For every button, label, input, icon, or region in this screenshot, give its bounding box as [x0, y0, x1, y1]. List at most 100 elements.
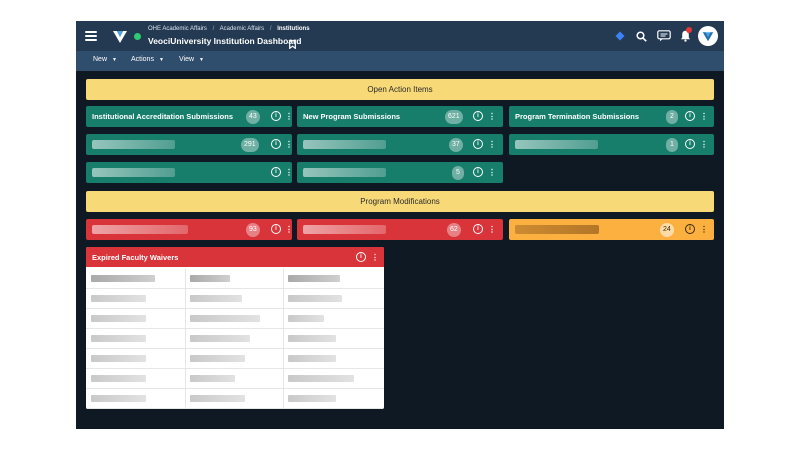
tile-redacted[interactable]: 62 i ⋮ — [297, 219, 503, 240]
table-cell — [86, 389, 186, 409]
redacted-cell-value — [91, 335, 146, 342]
breadcrumb-item-academic-affairs[interactable]: Academic Affairs — [220, 26, 265, 32]
table-cell — [186, 389, 284, 409]
table-row[interactable] — [86, 389, 384, 409]
tile-redacted[interactable]: 5 i ⋮ — [297, 162, 503, 183]
view-menu-label: View — [179, 56, 195, 63]
tile-new-program-submissions[interactable]: New Program Submissions 621 i ⋮ — [297, 106, 503, 127]
table-cell — [186, 349, 284, 369]
redacted-label — [303, 168, 386, 177]
table-row[interactable] — [86, 349, 384, 369]
redacted-cell-value — [91, 355, 146, 362]
redacted-cell-value — [190, 275, 230, 282]
avatar-icon[interactable] — [698, 26, 718, 46]
redacted-cell-value — [190, 315, 260, 322]
table-row[interactable] — [86, 369, 384, 389]
redacted-cell-value — [288, 295, 342, 302]
kebab-menu-icon[interactable]: ⋮ — [488, 139, 496, 150]
info-icon[interactable]: i — [271, 224, 281, 234]
kebab-menu-icon[interactable]: ⋮ — [285, 167, 293, 178]
breadcrumb-item-institutions[interactable]: Institutions — [277, 26, 309, 32]
count-badge: 1 — [666, 137, 678, 152]
info-icon[interactable]: i — [356, 252, 366, 262]
tile-redacted[interactable]: 1 i ⋮ — [509, 134, 714, 155]
breadcrumb: OHE Academic Affairs / Academic Affairs … — [148, 26, 314, 32]
new-menu-button[interactable]: New ▼ — [93, 56, 117, 63]
chat-icon[interactable] — [656, 28, 672, 44]
tile-redacted[interactable]: 24 i ⋮ — [509, 219, 714, 240]
redacted-cell-value — [288, 315, 324, 322]
card-title: Expired Faculty Waivers — [92, 253, 179, 262]
actions-menu-label: Actions — [131, 56, 154, 63]
kebab-menu-icon[interactable]: ⋮ — [285, 139, 293, 150]
kebab-menu-icon[interactable]: ⋮ — [488, 224, 496, 235]
kebab-menu-icon[interactable]: ⋮ — [488, 111, 496, 122]
notification-badge — [686, 27, 692, 33]
info-icon[interactable]: i — [685, 224, 695, 234]
card-header: Expired Faculty Waivers i ⋮ — [86, 247, 384, 267]
page-title: VeociUniversity Institution Dashboard — [148, 36, 302, 46]
section-open-action-items: Open Action Items — [86, 79, 714, 100]
info-icon[interactable]: i — [473, 111, 483, 121]
info-icon[interactable]: i — [271, 139, 281, 149]
tile-redacted[interactable]: 291 i ⋮ — [86, 134, 293, 155]
count-badge: 291 — [241, 137, 259, 152]
info-icon[interactable]: i — [473, 224, 483, 234]
table-cell — [284, 269, 384, 289]
caret-down-icon: ▼ — [158, 57, 164, 63]
redacted-cell-value — [190, 375, 235, 382]
table-row[interactable] — [86, 309, 384, 329]
tile-program-termination-submissions[interactable]: Program Termination Submissions 2 i ⋮ — [509, 106, 714, 127]
redacted-cell-value — [288, 355, 336, 362]
tile-redacted[interactable]: i ⋮ — [86, 162, 293, 183]
kebab-menu-icon[interactable]: ⋮ — [700, 224, 708, 235]
count-badge: 24 — [660, 222, 674, 237]
search-icon[interactable] — [633, 28, 649, 44]
redacted-label — [303, 140, 386, 149]
count-badge: 621 — [445, 109, 463, 124]
info-icon[interactable]: i — [473, 167, 483, 177]
status-dot-icon — [134, 33, 141, 40]
diamond-icon[interactable] — [612, 28, 628, 44]
info-icon[interactable]: i — [685, 139, 695, 149]
menu-icon[interactable] — [85, 31, 97, 41]
redacted-cell-value — [190, 295, 242, 302]
info-icon[interactable]: i — [473, 139, 483, 149]
table-cell — [86, 329, 186, 349]
new-menu-label: New — [93, 56, 108, 63]
redacted-cell-value — [288, 335, 336, 342]
table-row[interactable] — [86, 329, 384, 349]
veoci-logo-icon[interactable] — [112, 28, 128, 44]
redacted-cell-value — [288, 275, 340, 282]
redacted-label — [515, 140, 598, 149]
info-icon[interactable]: i — [271, 167, 281, 177]
tile-label: New Program Submissions — [303, 112, 401, 121]
caret-down-icon: ▼ — [199, 57, 204, 63]
kebab-menu-icon[interactable]: ⋮ — [285, 111, 293, 122]
view-menu-button[interactable]: View ▼ — [179, 56, 204, 63]
redacted-cell-value — [190, 355, 245, 362]
table-cell — [284, 389, 384, 409]
tile-institutional-accreditation[interactable]: Institutional Accreditation Submissions … — [86, 106, 293, 127]
kebab-menu-icon[interactable]: ⋮ — [700, 139, 708, 150]
count-badge: 43 — [246, 109, 260, 124]
info-icon[interactable]: i — [685, 111, 695, 121]
bookmark-icon[interactable] — [289, 36, 296, 50]
table-row[interactable] — [86, 289, 384, 309]
table-cell — [86, 349, 186, 369]
breadcrumb-item-ohe-academic-affairs[interactable]: OHE Academic Affairs — [148, 26, 207, 32]
tile-redacted[interactable]: 93 i ⋮ — [86, 219, 293, 240]
kebab-menu-icon[interactable]: ⋮ — [285, 224, 293, 235]
info-icon[interactable]: i — [271, 111, 281, 121]
redacted-label — [92, 168, 175, 177]
kebab-menu-icon[interactable]: ⋮ — [371, 252, 379, 263]
tile-redacted[interactable]: 37 i ⋮ — [297, 134, 503, 155]
kebab-menu-icon[interactable]: ⋮ — [488, 167, 496, 178]
table-cell — [186, 329, 284, 349]
actions-menu-button[interactable]: Actions ▼ — [131, 56, 164, 63]
redacted-cell-value — [288, 395, 336, 402]
app-window: OHE Academic Affairs / Academic Affairs … — [76, 21, 724, 429]
count-badge: 62 — [447, 222, 461, 237]
breadcrumb-separator: / — [212, 26, 215, 32]
kebab-menu-icon[interactable]: ⋮ — [700, 111, 708, 122]
